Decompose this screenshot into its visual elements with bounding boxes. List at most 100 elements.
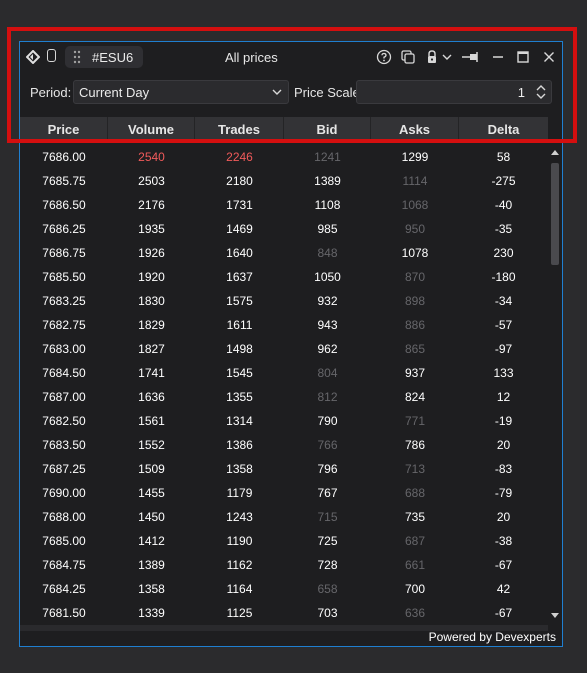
cell-asks: 735 xyxy=(404,510,426,524)
cell-asks: 886 xyxy=(404,318,426,332)
cell-price: 7683.00 xyxy=(42,342,86,356)
table-row[interactable]: 7684.50 1741 1545 804 937 133 xyxy=(20,361,548,385)
chevron-down-icon xyxy=(272,89,282,95)
cell-delta: -35 xyxy=(494,222,513,236)
table-row[interactable]: 7681.50 1339 1125 703 636 -67 xyxy=(20,601,548,625)
cell-bid: 725 xyxy=(317,534,338,548)
vertical-scrollbar[interactable] xyxy=(548,145,562,625)
table-row[interactable]: 7683.50 1552 1386 766 786 20 xyxy=(20,433,548,457)
column-header-asks[interactable]: Asks xyxy=(371,117,459,142)
cell-delta: -67 xyxy=(494,606,513,620)
close-icon[interactable] xyxy=(541,49,557,65)
cell-volume: 1935 xyxy=(138,222,165,236)
symbol-selector[interactable]: #ESU6 xyxy=(65,46,143,68)
column-header-bid[interactable]: Bid xyxy=(284,117,371,142)
cell-trades: 1575 xyxy=(226,294,253,308)
cell-price: 7684.75 xyxy=(42,558,86,572)
symbol-label: #ESU6 xyxy=(92,50,134,65)
cell-delta: 20 xyxy=(496,510,511,524)
table-row[interactable]: 7684.25 1358 1164 658 700 42 xyxy=(20,577,548,601)
cell-volume: 2540 xyxy=(138,150,165,164)
table-row[interactable]: 7690.00 1455 1179 767 688 -79 xyxy=(20,481,548,505)
minimize-icon[interactable] xyxy=(490,49,506,65)
cell-volume: 1920 xyxy=(138,270,165,284)
pin-icon[interactable] xyxy=(461,49,481,65)
cell-asks: 661 xyxy=(404,558,426,572)
table-row[interactable]: 7686.25 1935 1469 985 950 -35 xyxy=(20,217,548,241)
copy-icon[interactable] xyxy=(400,49,416,65)
cell-volume: 1830 xyxy=(138,294,165,308)
cell-price: 7684.25 xyxy=(42,582,86,596)
logo-icon[interactable] xyxy=(26,50,40,64)
table-row[interactable]: 7688.00 1450 1243 715 735 20 xyxy=(20,505,548,529)
scrollbar-thumb[interactable] xyxy=(551,163,559,265)
cell-delta: -38 xyxy=(494,534,513,548)
cell-delta: -40 xyxy=(494,198,513,212)
cell-trades: 1355 xyxy=(226,390,253,404)
cell-delta: -180 xyxy=(491,270,516,284)
column-header-volume[interactable]: Volume xyxy=(108,117,195,142)
table-row[interactable]: 7685.75 2503 2180 1389 1114 -275 xyxy=(20,169,548,193)
chevron-down-icon[interactable] xyxy=(441,49,453,65)
lock-icon[interactable] xyxy=(424,49,440,65)
period-select[interactable]: Current Day xyxy=(73,80,289,104)
table-row[interactable]: 7683.25 1830 1575 932 898 -34 xyxy=(20,289,548,313)
drag-grip-icon[interactable] xyxy=(73,50,81,64)
cell-trades: 1162 xyxy=(226,558,253,572)
scroll-down-icon[interactable] xyxy=(551,613,559,619)
cell-delta: 58 xyxy=(496,150,511,164)
cell-delta: -67 xyxy=(494,558,513,572)
cell-trades: 1611 xyxy=(226,318,253,332)
cell-trades: 1125 xyxy=(226,606,253,620)
help-icon[interactable] xyxy=(376,49,392,65)
cell-volume: 1339 xyxy=(138,606,165,620)
cell-asks: 865 xyxy=(404,342,426,356)
period-value: Current Day xyxy=(79,85,150,100)
cell-volume: 1450 xyxy=(138,510,165,524)
cell-delta: -57 xyxy=(494,318,513,332)
cell-volume: 1358 xyxy=(138,582,165,596)
column-header-price[interactable]: Price xyxy=(20,117,108,142)
maximize-icon[interactable] xyxy=(515,49,531,65)
cell-volume: 1926 xyxy=(138,246,165,260)
table-row[interactable]: 7682.75 1829 1611 943 886 -57 xyxy=(20,313,548,337)
table-row[interactable]: 7683.00 1827 1498 962 865 -97 xyxy=(20,337,548,361)
cell-price: 7683.25 xyxy=(42,294,86,308)
cell-delta: 133 xyxy=(493,366,514,380)
table-row[interactable]: 7682.50 1561 1314 790 771 -19 xyxy=(20,409,548,433)
cell-volume: 2176 xyxy=(138,198,165,212)
cell-price: 7687.00 xyxy=(42,390,86,404)
cell-bid: 943 xyxy=(317,318,338,332)
cell-delta: 12 xyxy=(496,390,511,404)
table-row[interactable]: 7685.50 1920 1637 1050 870 -180 xyxy=(20,265,548,289)
cell-trades: 2246 xyxy=(226,150,253,164)
cell-trades: 1386 xyxy=(226,438,253,452)
cell-asks: 687 xyxy=(404,534,426,548)
scroll-up-icon[interactable] xyxy=(551,149,559,155)
cell-bid: 766 xyxy=(317,438,338,452)
table-row[interactable]: 7685.00 1412 1190 725 687 -38 xyxy=(20,529,548,553)
cell-delta: -34 xyxy=(494,294,513,308)
cell-delta: 42 xyxy=(496,582,511,596)
cell-bid: 985 xyxy=(317,222,338,236)
stepper-arrows-icon[interactable] xyxy=(536,83,546,101)
cell-volume: 1741 xyxy=(138,366,165,380)
cell-asks: 786 xyxy=(404,438,426,452)
table-row[interactable]: 7684.75 1389 1162 728 661 -67 xyxy=(20,553,548,577)
cell-bid: 767 xyxy=(317,486,338,500)
cell-price: 7686.75 xyxy=(42,246,86,260)
cell-trades: 1243 xyxy=(226,510,253,524)
table-row[interactable]: 7686.00 2540 2246 1241 1299 58 xyxy=(20,145,548,169)
table-row[interactable]: 7687.00 1636 1355 812 824 12 xyxy=(20,385,548,409)
cell-volume: 1412 xyxy=(138,534,165,548)
table-row[interactable]: 7687.25 1509 1358 796 713 -83 xyxy=(20,457,548,481)
cell-volume: 2503 xyxy=(138,174,165,188)
table-row[interactable]: 7686.75 1926 1640 848 1078 230 xyxy=(20,241,548,265)
price-scale-stepper[interactable]: 1 xyxy=(356,80,552,104)
cell-trades: 1637 xyxy=(226,270,253,284)
column-header-delta[interactable]: Delta xyxy=(459,117,548,142)
table-row[interactable]: 7686.50 2176 1731 1108 1068 -40 xyxy=(20,193,548,217)
column-header-trades[interactable]: Trades xyxy=(195,117,284,142)
document-icon[interactable] xyxy=(47,49,56,62)
cell-trades: 1731 xyxy=(226,198,253,212)
